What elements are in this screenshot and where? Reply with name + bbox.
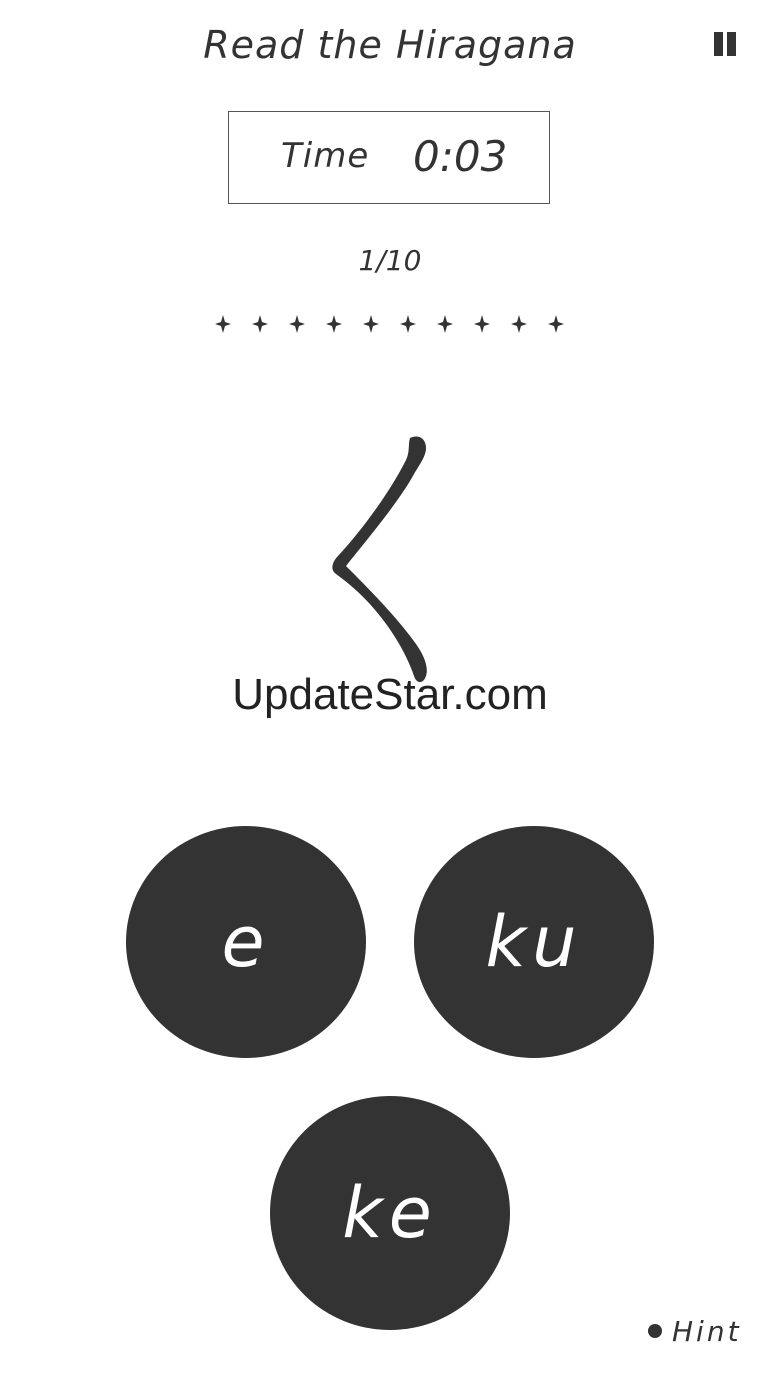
- four-point-star-icon: [289, 315, 305, 333]
- four-point-star-icon: [363, 315, 379, 333]
- progress-count: 1/10: [358, 244, 422, 277]
- timer-label: Time: [281, 136, 370, 176]
- four-point-star-icon: [252, 315, 268, 333]
- answer-button-ke[interactable]: ke: [270, 1096, 510, 1330]
- page-title: Read the Hiragana: [203, 23, 577, 67]
- kana-ku-glyph: [332, 436, 427, 683]
- four-point-star-icon: [474, 315, 490, 333]
- hint-button[interactable]: Hint: [648, 1314, 742, 1348]
- timer-value: 0:03: [413, 132, 508, 181]
- four-point-star-icon: [548, 315, 564, 333]
- timer-box: Time 0:03: [228, 111, 550, 204]
- watermark: UpdateStar.com: [232, 670, 548, 719]
- four-point-star-icon: [215, 315, 231, 333]
- four-point-star-icon: [400, 315, 416, 333]
- kana-character: [310, 430, 470, 690]
- hint-dot-icon: [648, 1324, 662, 1338]
- answer-button-ku[interactable]: ku: [414, 826, 654, 1058]
- four-point-star-icon: [326, 315, 342, 333]
- progress-markers: [214, 314, 574, 336]
- four-point-star-icon: [511, 315, 527, 333]
- four-point-star-icon: [437, 315, 453, 333]
- answer-button-e[interactable]: e: [126, 826, 366, 1058]
- pause-button[interactable]: [712, 32, 738, 58]
- hint-label: Hint: [672, 1314, 742, 1348]
